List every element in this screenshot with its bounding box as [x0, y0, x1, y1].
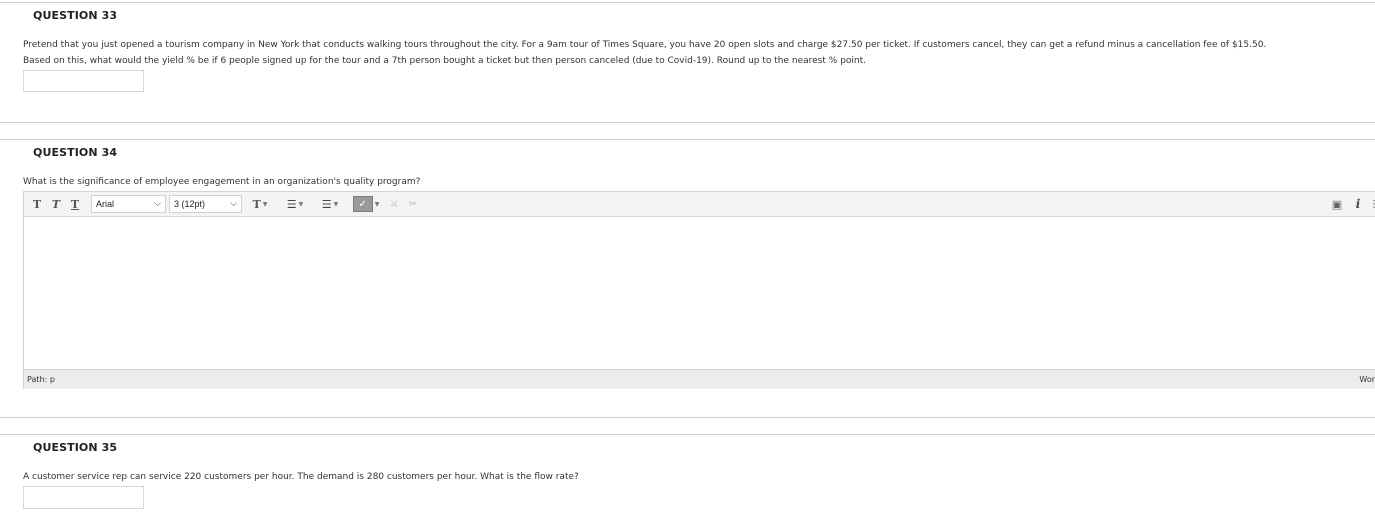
font-size-value: 3 (12pt): [174, 199, 206, 209]
editor-status-bar: Path: p Wor: [24, 369, 1375, 389]
insert-link-icon[interactable]: ⚔: [386, 195, 402, 213]
dropdown-arrow-icon: ▼: [298, 200, 304, 208]
question-34-title: QUESTION 34: [33, 146, 118, 159]
word-count-label: Wor: [1359, 375, 1375, 384]
question-33-bottom-divider: [0, 122, 1375, 123]
font-family-select[interactable]: Arial ⌵: [91, 195, 166, 213]
text-style-italic-icon[interactable]: T: [47, 195, 65, 213]
text-style-bold-icon[interactable]: T: [28, 195, 46, 213]
editor-text-area[interactable]: [24, 217, 1375, 370]
dropdown-arrow-icon: ▼: [262, 200, 268, 208]
more-options-icon[interactable]: ⋮: [1369, 195, 1375, 213]
rich-text-editor: T T T Arial ⌵ 3 (12pt) ⌵ T ▼ ☰ ▼ ☰ ▼ ✓ ▼ ⚔ ✂…: [23, 191, 1375, 389]
info-icon[interactable]: i: [1351, 195, 1365, 213]
question-35-answer-input[interactable]: [23, 486, 144, 509]
bullet-list-icon: ☰: [286, 197, 297, 211]
spellcheck-icon: ✓: [352, 196, 373, 212]
text-color-button[interactable]: T ▼: [248, 195, 272, 213]
text-color-icon: T: [252, 197, 261, 211]
unlink-icon[interactable]: ✂: [405, 195, 421, 213]
question-34-top-divider: [0, 139, 1375, 140]
question-35-top-divider: [0, 434, 1375, 435]
dropdown-arrow-icon: ▼: [333, 200, 339, 208]
chevron-down-icon: ⌵: [230, 198, 237, 208]
question-34-text: What is the significance of employee eng…: [23, 177, 421, 187]
font-family-value: Arial: [96, 199, 115, 209]
question-33-text-line1: Pretend that you just opened a tourism c…: [23, 40, 1267, 50]
top-divider: [0, 2, 1375, 3]
editor-path-label: Path: p: [27, 375, 55, 384]
dropdown-arrow-icon: ▼: [374, 200, 380, 208]
question-33-text-line2: Based on this, what would the yield % be…: [23, 56, 867, 66]
question-34-bottom-divider: [0, 417, 1375, 418]
numbered-list-icon: ☰: [321, 197, 332, 211]
chevron-down-icon: ⌵: [154, 198, 161, 208]
question-35-title: QUESTION 35: [33, 441, 118, 454]
font-size-select[interactable]: 3 (12pt) ⌵: [169, 195, 242, 213]
numbered-list-button[interactable]: ☰ ▼: [315, 195, 345, 213]
preview-icon[interactable]: ▣: [1329, 195, 1345, 213]
question-33-answer-input[interactable]: [23, 70, 144, 92]
question-35-text: A customer service rep can service 220 c…: [23, 472, 579, 482]
question-33-title: QUESTION 33: [33, 9, 118, 22]
text-style-underline-icon[interactable]: T: [66, 195, 84, 213]
editor-toolbar: T T T Arial ⌵ 3 (12pt) ⌵ T ▼ ☰ ▼ ☰ ▼ ✓ ▼ ⚔ ✂…: [24, 192, 1375, 217]
bullet-list-button[interactable]: ☰ ▼: [280, 195, 310, 213]
spellcheck-button[interactable]: ✓ ▼: [350, 195, 382, 213]
